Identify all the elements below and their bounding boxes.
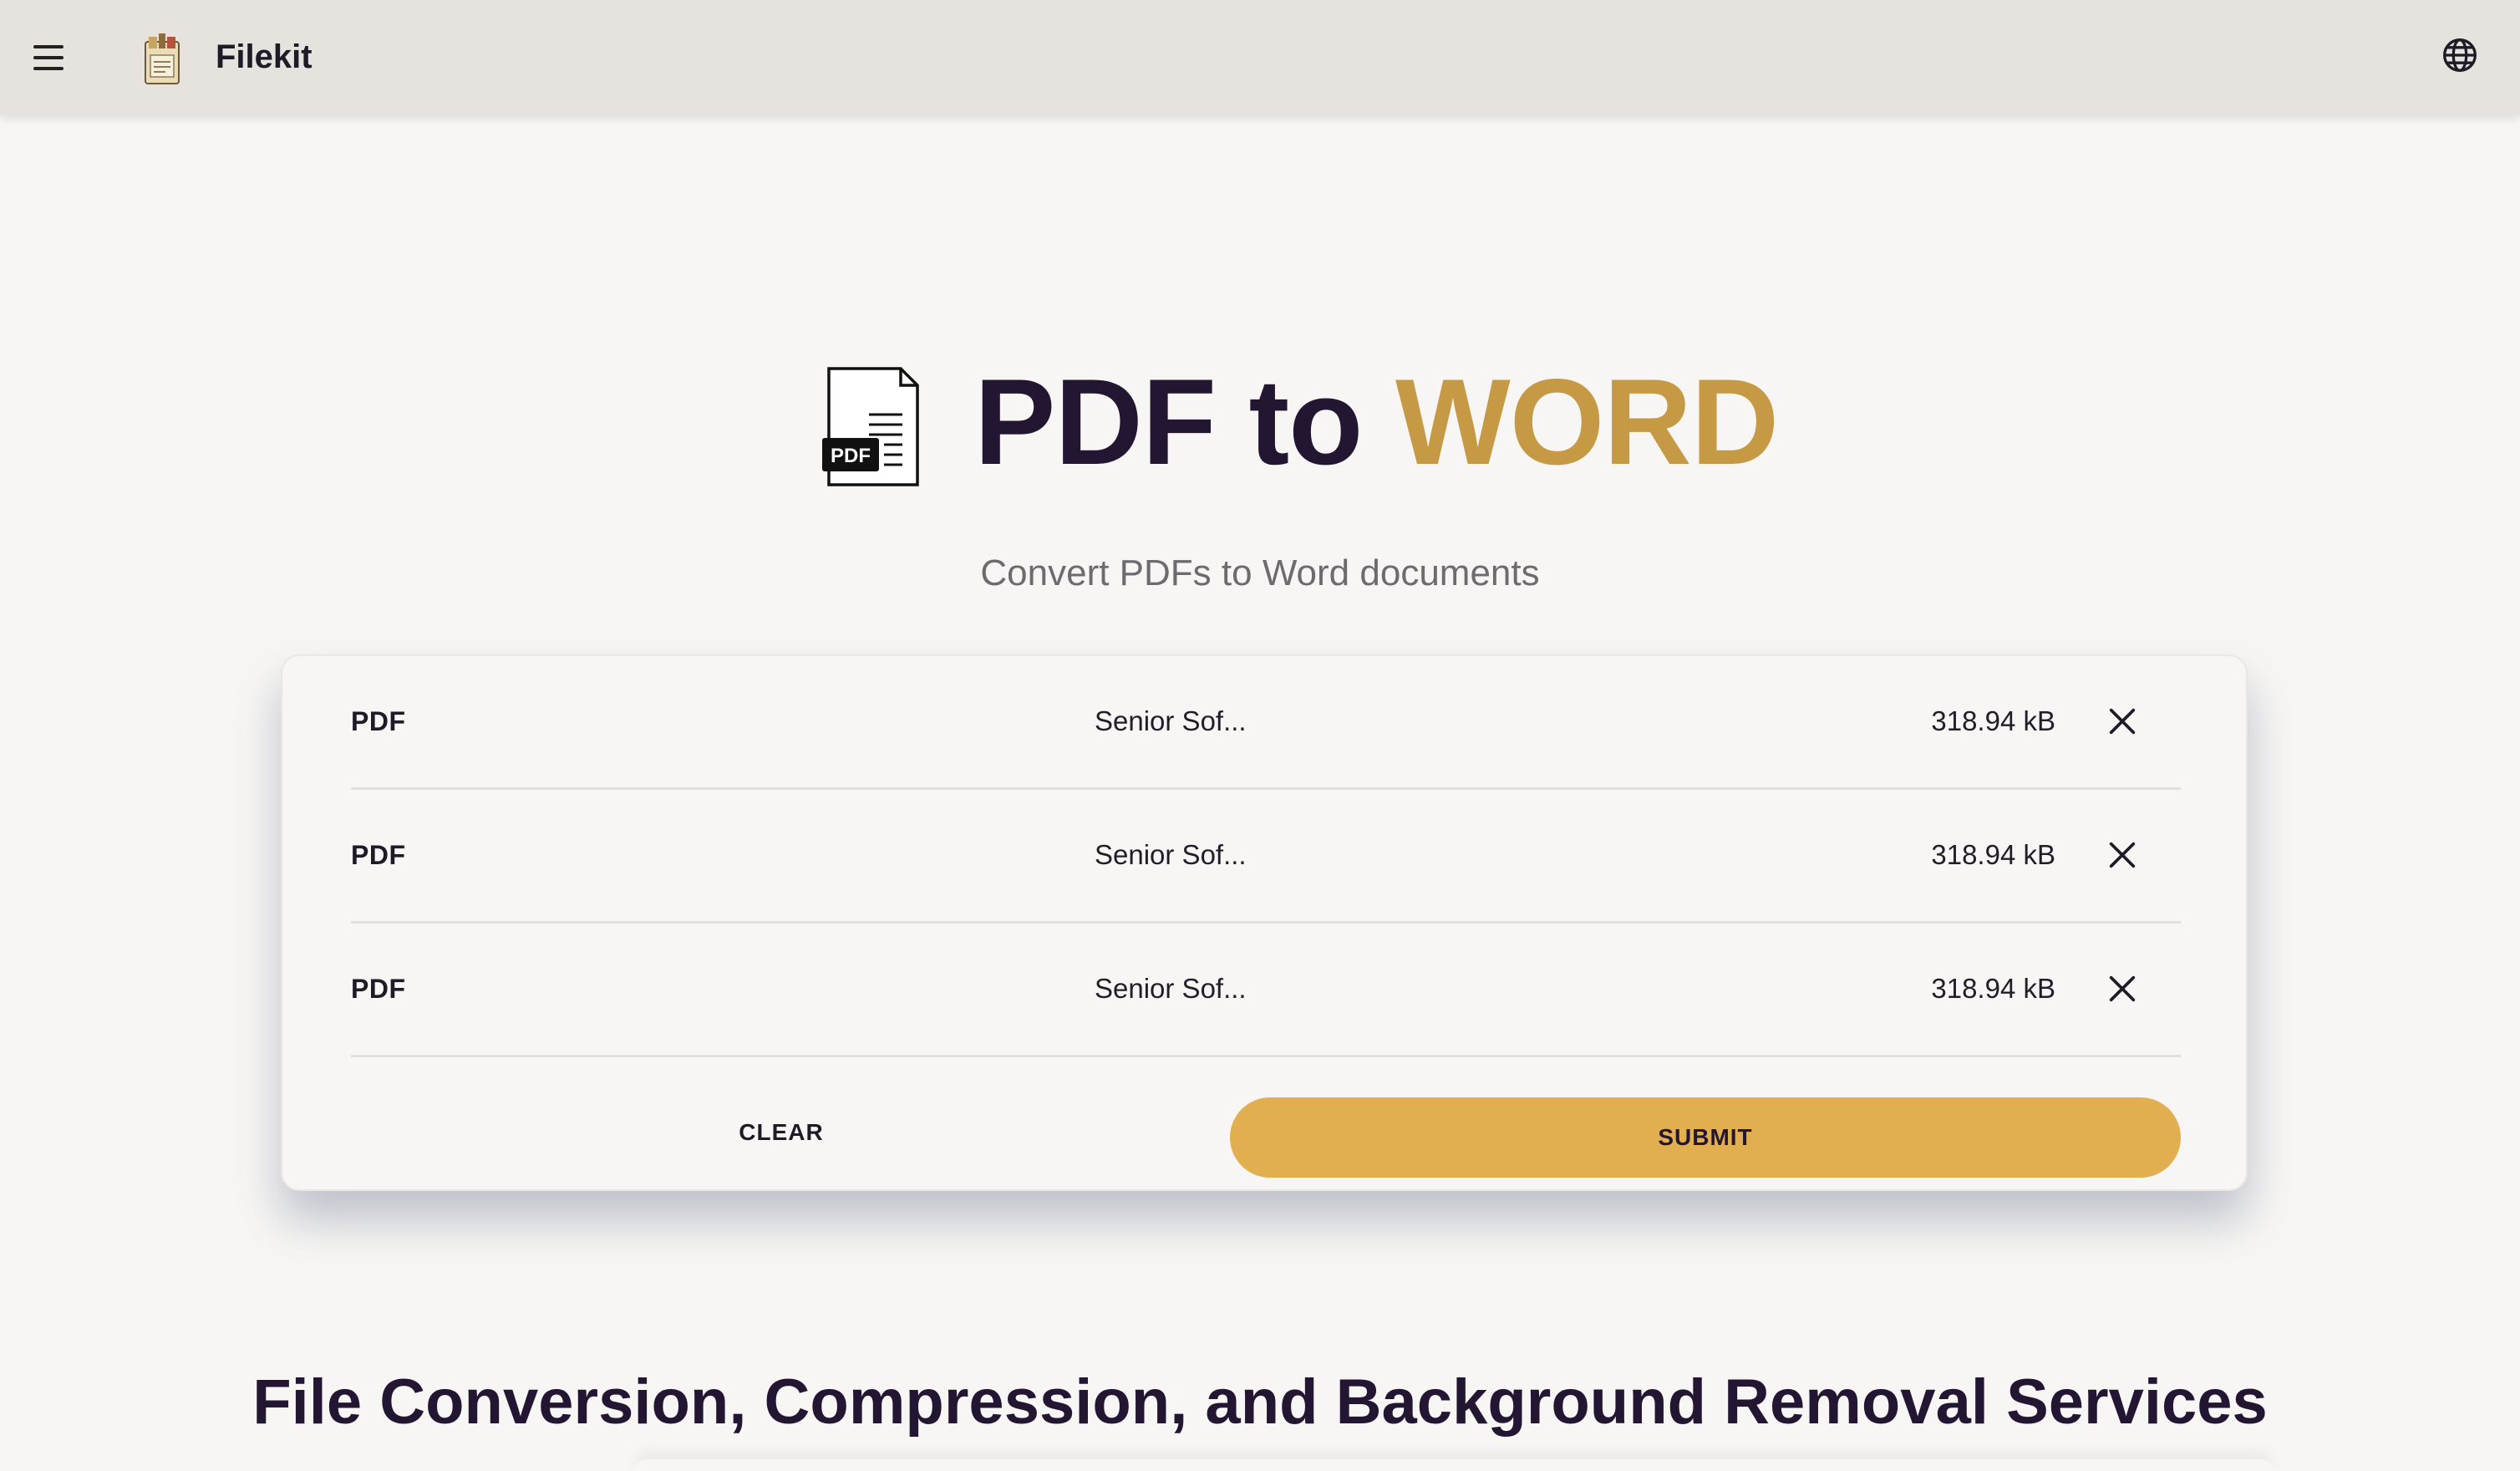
file-type-label: PDF (351, 706, 406, 736)
file-name: Senior Sof... (1095, 973, 1247, 1004)
file-list-card: PDF Senior Sof... 318.94 kB PDF Senior S… (281, 654, 2248, 1191)
globe-icon[interactable] (2441, 37, 2478, 74)
brand-name[interactable]: Filekit (216, 33, 312, 80)
section-card-edge (635, 1459, 2273, 1471)
file-size: 318.94 kB (1931, 705, 2055, 736)
page-subtitle: Convert PDFs to Word documents (980, 552, 1540, 593)
file-row: PDF Senior Sof... 318.94 kB (351, 924, 2181, 1057)
file-row: PDF Senior Sof... 318.94 kB (351, 790, 2181, 924)
pdf-badge-label: PDF (831, 445, 871, 467)
file-name: Senior Sof... (1095, 839, 1247, 870)
page-title: PDF to WORD (974, 351, 1779, 493)
close-icon[interactable] (2106, 972, 2139, 1005)
file-type-label: PDF (351, 974, 406, 1004)
file-row: PDF Senior Sof... 318.94 kB (351, 656, 2181, 790)
hamburger-menu-icon[interactable] (33, 37, 75, 79)
file-type-label: PDF (351, 840, 406, 870)
clear-button[interactable]: CLEAR (351, 1097, 1212, 1168)
section-heading: File Conversion, Compression, and Backgr… (252, 1367, 2268, 1438)
title-part-word: WORD (1395, 354, 1779, 490)
pdf-document-icon: PDF (822, 367, 919, 486)
file-size: 318.94 kB (1931, 973, 2055, 1004)
file-name: Senior Sof... (1095, 705, 1247, 736)
filekit-logo-icon[interactable] (140, 27, 184, 87)
submit-button[interactable]: SUBMIT (1230, 1097, 2181, 1178)
close-icon[interactable] (2106, 838, 2139, 872)
title-part-pdf-to: PDF to (974, 354, 1363, 490)
close-icon[interactable] (2106, 705, 2139, 738)
top-bar: Filekit (0, 0, 2520, 115)
file-size: 318.94 kB (1931, 839, 2055, 870)
